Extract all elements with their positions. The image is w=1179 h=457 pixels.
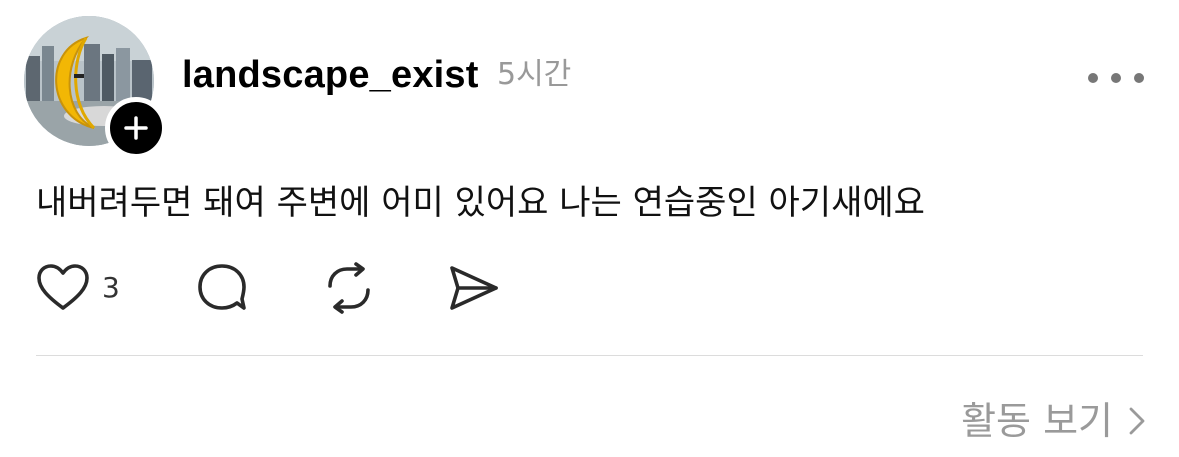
view-activity-link[interactable]: 활동 보기 [961, 396, 1145, 446]
view-activity-label: 활동 보기 [961, 399, 1113, 443]
divider [36, 355, 1143, 356]
like-button[interactable]: 3 [36, 262, 120, 314]
more-dot-icon [1111, 73, 1121, 83]
follow-button[interactable] [105, 97, 167, 159]
post-timestamp: 5시간 [497, 57, 572, 92]
heart-icon [37, 264, 89, 310]
repost-button[interactable] [322, 262, 376, 314]
post-text: 내버려두면 돼여 주변에 어미 있어요 나는 연습중인 아기새에요 [36, 183, 925, 223]
username[interactable]: landscape_exist [182, 52, 479, 98]
plus-icon [124, 116, 148, 140]
more-options-button[interactable] [1088, 60, 1144, 96]
share-icon [450, 266, 498, 310]
comment-button[interactable] [196, 262, 248, 314]
comment-icon [198, 264, 246, 310]
more-dot-icon [1088, 73, 1098, 83]
more-dot-icon [1134, 73, 1144, 83]
like-count: 3 [102, 271, 120, 304]
repost-icon [328, 262, 370, 314]
share-button[interactable] [446, 262, 500, 314]
chevron-right-icon [1129, 407, 1145, 435]
